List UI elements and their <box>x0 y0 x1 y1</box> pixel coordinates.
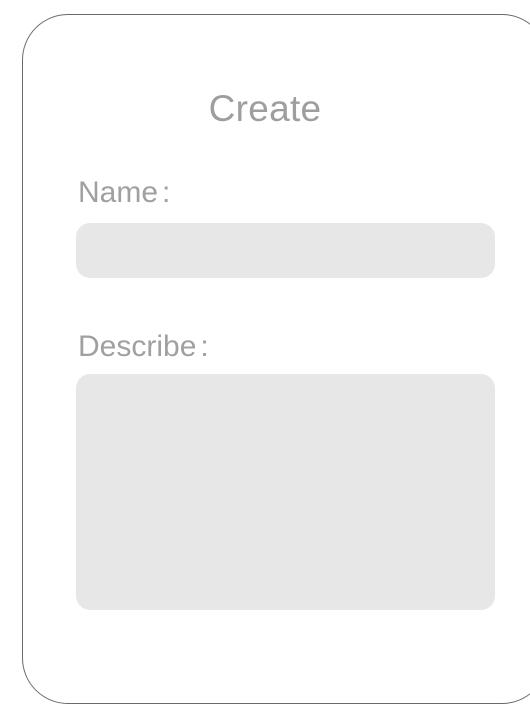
name-label-colon: : <box>162 176 171 209</box>
form-title: Create <box>208 88 322 129</box>
name-label-text: Name <box>78 176 159 209</box>
describe-label-text: Describe <box>78 330 197 363</box>
describe-label-colon: : <box>200 330 209 363</box>
name-label: Name: <box>78 176 170 210</box>
describe-label: Describe: <box>78 330 209 364</box>
name-input[interactable] <box>76 223 495 278</box>
describe-textarea[interactable] <box>76 374 495 610</box>
